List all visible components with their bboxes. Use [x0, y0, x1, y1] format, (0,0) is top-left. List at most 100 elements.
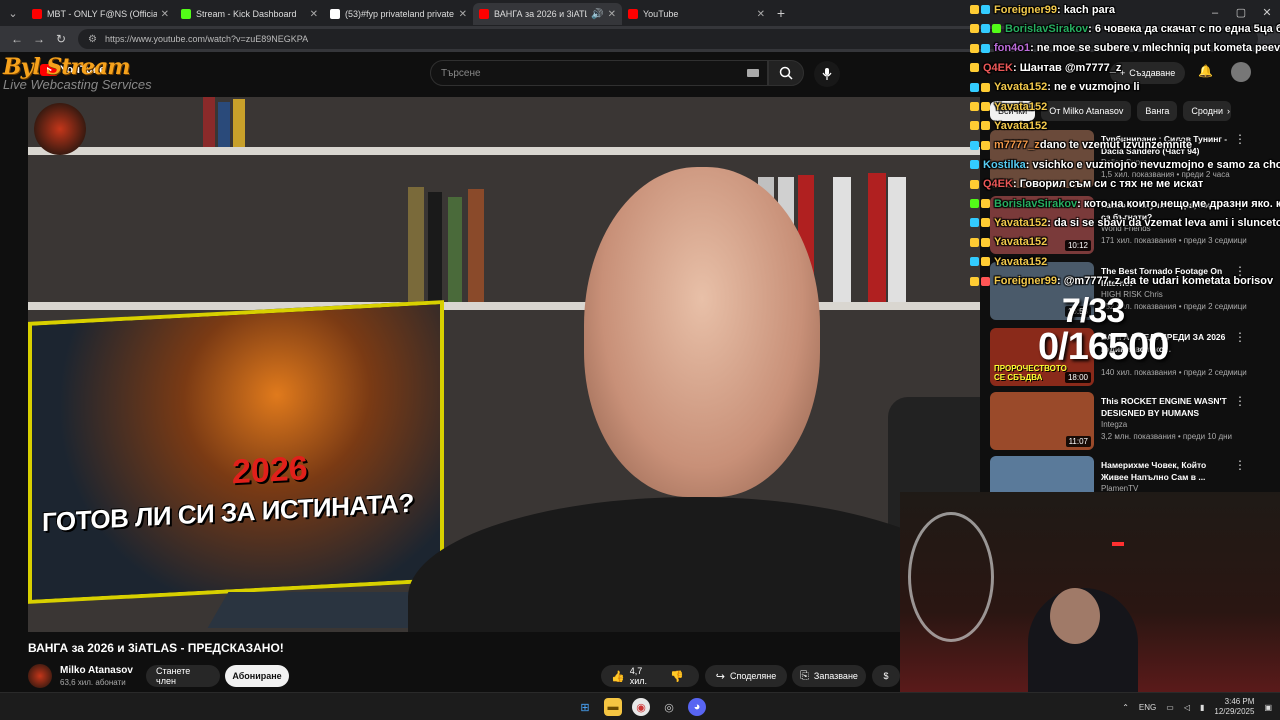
- save-button[interactable]: ⎘ Запазване: [792, 665, 866, 687]
- battery-icon[interactable]: ▮: [1200, 703, 1204, 712]
- back-icon[interactable]: ←: [6, 32, 28, 46]
- chat-text: dano te vzemut izvunzemnite: [1039, 139, 1193, 152]
- chat-username: BorislavSirakov: [994, 197, 1078, 210]
- more-options-icon[interactable]: ⋮: [1234, 330, 1246, 344]
- language-indicator[interactable]: ENG: [1139, 703, 1156, 712]
- tab-favicon-icon: [628, 9, 638, 19]
- tab-close-icon[interactable]: ✕: [310, 9, 318, 20]
- new-tab-button[interactable]: +: [771, 5, 791, 21]
- chat-badge-icon: [970, 276, 979, 286]
- recommendation-channel[interactable]: Integza: [1101, 420, 1127, 429]
- forward-icon[interactable]: →: [28, 32, 50, 46]
- chat-message: Foreigner99 : kach para: [970, 0, 1115, 19]
- subscribe-label: Абониране: [232, 671, 282, 681]
- notification-icon[interactable]: ▣: [1264, 703, 1272, 712]
- channel-name[interactable]: Milko Atanasov: [60, 665, 133, 676]
- like-dislike-group: 👍 4,7 хил. 👎: [601, 665, 699, 687]
- recommendation-title[interactable]: Намерихме Човек, Който Живее Напълно Сам…: [1101, 459, 1231, 483]
- browser-tab[interactable]: YouTube ✕: [622, 3, 771, 25]
- url-text: https://www.youtube.com/watch?v=zuE89NEG…: [104, 34, 309, 44]
- thumbs-down-icon[interactable]: 👎: [670, 670, 684, 683]
- chat-badge-icon: [970, 160, 979, 170]
- reload-icon[interactable]: ↻: [50, 32, 72, 46]
- book: [448, 197, 462, 302]
- subscribe-button[interactable]: Абониране: [225, 665, 289, 687]
- chat-badge-icon: [970, 140, 979, 150]
- tab-mute-icon[interactable]: 🔊: [591, 9, 603, 20]
- chat-text: : ne moe se subere v mlechniq put kometa…: [1030, 42, 1280, 55]
- recommendation-thumbnail[interactable]: 11:07: [990, 392, 1094, 450]
- chat-badge-icon: [981, 24, 990, 34]
- thanks-icon: $: [883, 671, 889, 681]
- tab-close-icon[interactable]: ✕: [161, 9, 169, 20]
- browser-tab[interactable]: Stream - Kick Dashboard ✕: [175, 3, 324, 25]
- chat-badge-icon: [970, 218, 979, 228]
- discord-icon[interactable]: ◕: [688, 698, 706, 716]
- file-explorer-icon[interactable]: ▬: [604, 698, 622, 716]
- more-options-icon[interactable]: ⋮: [1234, 394, 1246, 408]
- tab-close-icon[interactable]: ✕: [608, 9, 616, 20]
- video-player[interactable]: 2026 ГОТОВ ЛИ СИ ЗА ИСТИНАТА?: [28, 97, 980, 632]
- book: [408, 187, 424, 302]
- tab-close-icon[interactable]: ✕: [459, 9, 467, 20]
- browser-tab[interactable]: MBT - ONLY F@NS (Official Au ✕: [26, 3, 175, 25]
- tab-close-icon[interactable]: ✕: [757, 9, 765, 20]
- chat-badge-icon: [970, 257, 979, 267]
- stream-chat-overlay: Foreigner99 : kach para BorislavSirakov :…: [970, 0, 1280, 300]
- recommendation-title[interactable]: This ROCKET ENGINE WASN'T DESIGNED BY HU…: [1101, 395, 1231, 419]
- obs-icon[interactable]: ◎: [660, 698, 678, 716]
- chat-message: fon4o1 : ne moe se subere v mlechniq put…: [970, 39, 1280, 58]
- keyboard-icon[interactable]: [747, 69, 759, 77]
- thumbnail-year: 2026: [232, 449, 308, 492]
- clock[interactable]: 3:46 PM 12/29/2025: [1214, 697, 1254, 717]
- chat-username: Kostilka: [983, 158, 1026, 171]
- tab-label: YouTube: [643, 9, 679, 19]
- book: [468, 189, 484, 302]
- chrome-icon[interactable]: ◉: [632, 698, 650, 716]
- volume-icon[interactable]: ◁: [1184, 703, 1190, 712]
- video-duration: 18:00: [1064, 372, 1091, 383]
- subscriber-count: 63,6 хил. абонати: [60, 678, 126, 687]
- browser-tab[interactable]: ВАНГА за 2026 и 3iATLAS🔊 ✕: [473, 3, 622, 25]
- clock-date: 12/29/2025: [1214, 707, 1255, 716]
- chat-badge-icon: [981, 43, 990, 53]
- share-icon: ↪: [715, 670, 725, 683]
- thumbs-up-icon[interactable]: 👍: [611, 670, 625, 683]
- share-label: Споделяне: [729, 671, 777, 681]
- chat-username: Yavata152: [994, 100, 1048, 113]
- book: [233, 99, 245, 147]
- network-icon[interactable]: ▭: [1166, 703, 1174, 712]
- stream-brand-overlay: Byl Stream Live Webcasting Services: [3, 54, 178, 98]
- chat-badge-icon: [970, 121, 979, 131]
- chat-badge-icon: [981, 218, 990, 228]
- tab-label: MBT - ONLY F@NS (Official Au: [47, 9, 157, 19]
- chat-message: Kostilka : vsichko e vuzmojno nevuzmojno…: [970, 155, 1280, 174]
- recommendation-meta: 140 хил. показвания • преди 2 седмици: [1101, 368, 1247, 377]
- tray-chevron-up-icon[interactable]: ⌃: [1122, 703, 1129, 712]
- browser-tab[interactable]: (53)#fyp privateland private ru ✕: [324, 3, 473, 25]
- windows-start-icon[interactable]: ⊞: [576, 698, 594, 716]
- chat-message: Q4EK : Шантав @m7777_z: [970, 58, 1121, 77]
- tab-search-icon[interactable]: ⌄: [0, 0, 26, 26]
- chat-username: Q4EK: [983, 61, 1013, 74]
- voice-search-button[interactable]: [814, 61, 840, 87]
- chat-username: fon4o1: [994, 42, 1031, 55]
- search-icon: [779, 66, 793, 80]
- chat-badge-icon: [992, 24, 1001, 34]
- share-button[interactable]: ↪ Споделяне: [705, 665, 787, 687]
- search-button[interactable]: [768, 60, 804, 86]
- led-light: [1112, 542, 1124, 546]
- chat-text: : da si se sbavi da vzemat leva ami i sl…: [1047, 216, 1280, 229]
- search-input[interactable]: Търсене: [430, 60, 768, 86]
- channel-avatar[interactable]: [28, 664, 52, 688]
- like-count[interactable]: 4,7 хил.: [630, 666, 657, 686]
- join-button[interactable]: Станете член: [146, 665, 220, 687]
- chat-username: Q4EK: [983, 178, 1013, 191]
- more-options-icon[interactable]: ⋮: [1234, 458, 1246, 472]
- site-info-icon[interactable]: ⚙: [88, 34, 97, 45]
- thanks-button[interactable]: $: [872, 665, 900, 687]
- recommendation-item[interactable]: 11:07 This ROCKET ENGINE WASN'T DESIGNED…: [990, 392, 1270, 454]
- chat-text: : 6 човека да скачат с по една 5ца бърже: [1088, 22, 1280, 35]
- chat-badge-icon: [981, 140, 990, 150]
- channel-watermark[interactable]: [34, 103, 86, 155]
